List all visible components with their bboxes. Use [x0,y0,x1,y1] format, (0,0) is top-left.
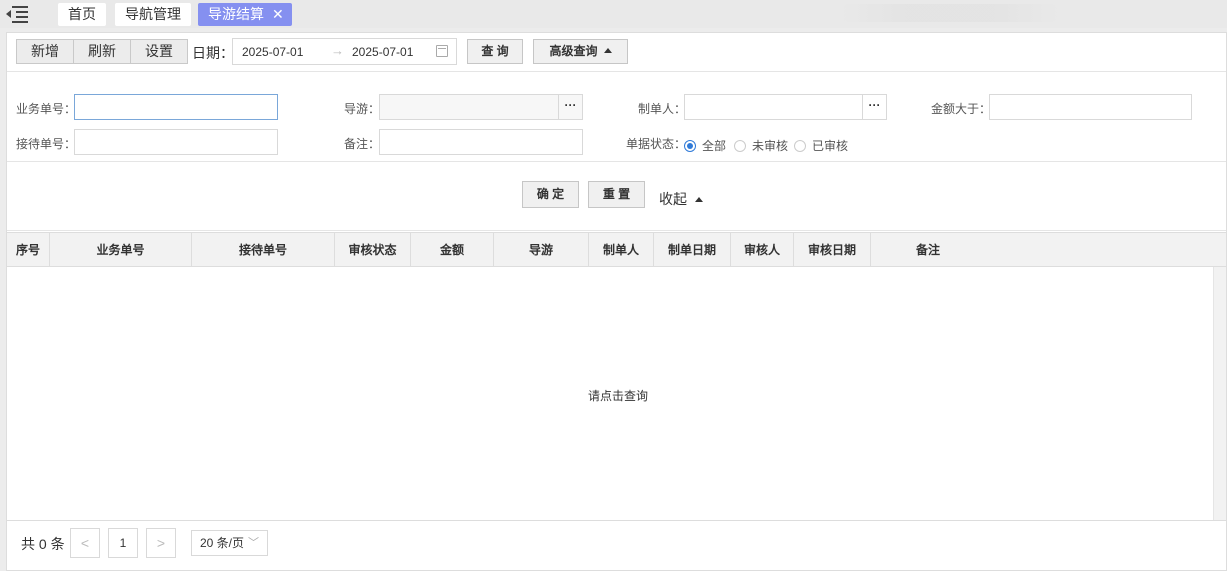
collapse-label: 收起 [659,191,687,207]
remark-label: 备注： [344,137,381,151]
total-count: 共 0 条 [21,536,65,552]
guide-label: 导游： [344,102,381,116]
settings-button[interactable]: 设置 [131,40,187,63]
column-header[interactable]: 审核状态 [335,233,411,267]
tab-label: 首页 [68,6,96,22]
tab-bar: 首页 导航管理 导游结算 ✕ [0,0,1227,28]
business-no-input[interactable] [74,94,278,120]
date-end[interactable]: 2025-07-01 [352,45,413,59]
column-header[interactable]: 备注 [871,233,985,267]
scrollbar[interactable] [1213,267,1226,520]
tab-label: 导游结算 [208,6,264,22]
status-radio-all[interactable]: 全部 [684,137,726,154]
date-label: 日期： [192,45,234,61]
column-header[interactable]: 金额 [411,233,494,267]
chevron-down-icon: ﹀ [248,537,259,549]
prev-page-button[interactable]: < [70,528,100,558]
action-button-group: 新增 刷新 设置 [16,39,188,64]
date-start[interactable]: 2025-07-01 [242,45,303,59]
radio-label: 已审核 [812,139,849,153]
blurred-region [840,4,1060,22]
next-page-button[interactable]: > [146,528,176,558]
remark-input[interactable] [379,129,583,155]
radio-label: 未审核 [752,139,789,153]
toolbar: 新增 刷新 设置 日期： 2025-07-01 → 2025-07-01 查 询… [7,33,1226,72]
collapse-toggle[interactable]: 收起 [659,189,703,209]
reception-no-label: 接待单号： [16,137,77,151]
status-label: 单据状态： [626,137,687,151]
pagination: 共 0 条 < 1 > 20 条/页 ﹀ [7,520,1226,570]
page-size-value: 20 条/页 [200,536,245,550]
business-no-label: 业务单号： [16,102,77,116]
creator-picker-button[interactable]: ··· [862,95,886,119]
advanced-query-button[interactable]: 高级查询 [533,39,628,64]
confirm-button[interactable]: 确 定 [522,181,579,208]
current-page[interactable]: 1 [108,528,138,558]
column-header[interactable]: 接待单号 [192,233,335,267]
column-header[interactable]: 序号 [7,233,50,267]
guide-input[interactable]: ··· [379,94,583,120]
reset-button[interactable]: 重 置 [588,181,645,208]
empty-message: 请点击查询 [588,389,649,403]
table-header: 序号 业务单号 接待单号 审核状态 金额 导游 制单人 制单日期 审核人 审核日… [7,232,1226,267]
amount-gt-label: 金额大于： [931,102,992,116]
page-size-select[interactable]: 20 条/页 ﹀ [191,530,268,556]
refresh-button[interactable]: 刷新 [74,40,131,63]
column-header[interactable]: 制单人 [589,233,654,267]
query-button[interactable]: 查 询 [467,39,523,64]
table-body: 请点击查询 [7,267,1226,520]
column-header[interactable]: 制单日期 [654,233,731,267]
status-radio-unaudited[interactable]: 未审核 [734,137,788,154]
radio-icon[interactable] [794,139,806,152]
tab-navigation-management[interactable]: 导航管理 [115,3,191,26]
guide-picker-button[interactable]: ··· [558,95,582,119]
arrow-right-icon: → [331,43,344,58]
add-button[interactable]: 新增 [17,40,74,63]
tab-label: 导航管理 [125,6,181,22]
column-header[interactable]: 导游 [494,233,589,267]
confirm-row: 确 定 重 置 收起 [7,163,1226,231]
close-icon[interactable]: ✕ [272,3,284,26]
menu-collapse-icon[interactable] [6,5,28,23]
caret-up-icon [695,197,703,202]
radio-icon[interactable] [734,139,746,152]
advanced-query-label: 高级查询 [549,44,598,58]
tab-guide-settlement[interactable]: 导游结算 ✕ [198,3,292,26]
status-radio-audited[interactable]: 已审核 [794,137,848,154]
column-header[interactable]: 业务单号 [50,233,192,267]
radio-label: 全部 [702,139,727,153]
reception-no-input[interactable] [74,129,278,155]
creator-input[interactable]: ··· [684,94,887,120]
creator-label: 制单人： [638,102,687,116]
column-header[interactable]: 审核日期 [794,233,871,267]
date-range-picker[interactable]: 2025-07-01 → 2025-07-01 [232,38,457,65]
calendar-icon[interactable] [436,45,448,57]
caret-up-icon [603,48,612,53]
column-header[interactable]: 审核人 [731,233,794,267]
main-panel: 新增 刷新 设置 日期： 2025-07-01 → 2025-07-01 查 询… [6,32,1227,571]
amount-gt-input[interactable] [989,94,1192,120]
radio-selected-icon[interactable] [684,139,696,152]
tab-home[interactable]: 首页 [58,3,106,26]
